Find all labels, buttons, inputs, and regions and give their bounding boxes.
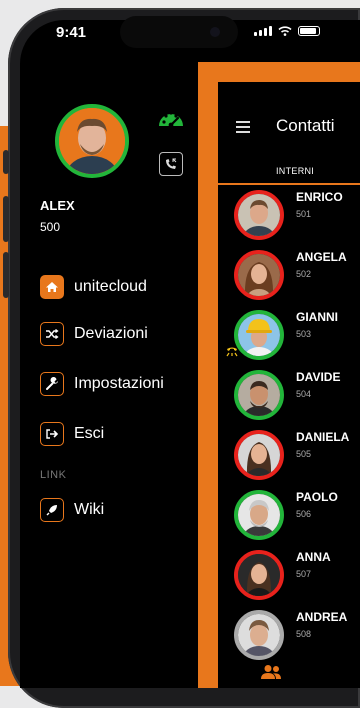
hamburger-menu-icon[interactable] [236, 121, 250, 136]
volume-up-button [3, 196, 9, 242]
rocket-icon [40, 498, 64, 522]
menu-item-wiki[interactable]: Wiki [40, 498, 104, 522]
contact-name: ANDREA [296, 610, 348, 624]
contact-extension: 501 [296, 209, 312, 219]
side-button [3, 150, 9, 174]
contact-row[interactable]: ANGELA 502 [234, 250, 360, 306]
contact-extension: 504 [296, 389, 312, 399]
contact-extension: 505 [296, 449, 312, 459]
contact-avatar [234, 250, 284, 300]
section-label-link: LINK [40, 469, 67, 481]
contact-row[interactable]: ANDREA 508 [234, 610, 360, 666]
contact-avatar [234, 310, 284, 360]
menu-item-impostazioni[interactable]: Impostazioni [40, 372, 164, 396]
menu-item-label: Impostazioni [74, 375, 164, 392]
menu-item-label: Deviazioni [74, 325, 148, 342]
contacts-tab-icon[interactable] [260, 664, 282, 680]
contact-extension: 506 [296, 509, 312, 519]
contact-name: GIANNI [296, 310, 338, 324]
contact-name: PAOLO [296, 490, 338, 504]
contact-row[interactable]: DANIELA 505 [234, 430, 360, 486]
contact-name: ANGELA [296, 250, 347, 264]
wifi-icon [278, 26, 292, 36]
user-name: ALEX [40, 198, 75, 213]
contact-avatar [234, 430, 284, 480]
menu-item-esci[interactable]: Esci [40, 422, 104, 446]
dynamic-island [120, 16, 238, 48]
user-extension: 500 [40, 220, 61, 234]
page-title: Contatti [276, 116, 335, 135]
home-icon [40, 275, 64, 299]
tab-interni[interactable]: INTERNI [276, 166, 314, 176]
contact-avatar [234, 490, 284, 540]
status-time: 9:41 [56, 24, 87, 41]
tab-indicator [218, 183, 360, 185]
contact-extension: 502 [296, 269, 312, 279]
contact-row[interactable]: DAVIDE 504 [234, 370, 360, 426]
contact-avatar [234, 610, 284, 660]
wrench-icon [40, 372, 64, 396]
battery-icon [298, 26, 320, 36]
ringing-phone-icon [226, 347, 238, 357]
contact-avatar [234, 550, 284, 600]
speedometer-icon[interactable] [156, 106, 186, 130]
menu-item-unitecloud[interactable]: unitecloud [40, 275, 147, 299]
contact-avatar [234, 370, 284, 420]
menu-item-label: Esci [74, 425, 105, 442]
call-log-icon[interactable] [159, 152, 183, 176]
menu-item-label: unitecloud [74, 278, 147, 295]
contact-extension: 507 [296, 569, 312, 579]
contact-row[interactable]: ENRICO 501 [234, 190, 360, 246]
volume-down-button [3, 252, 9, 298]
logout-icon [40, 422, 64, 446]
contact-row[interactable]: ANNA 507 [234, 550, 360, 606]
contact-row[interactable]: PAOLO 506 [234, 490, 360, 546]
status-icons [254, 26, 320, 36]
menu-item-deviazioni[interactable]: Deviazioni [40, 322, 148, 346]
menu-item-label: Wiki [74, 501, 105, 518]
shuffle-icon [40, 322, 64, 346]
signal-icon [254, 26, 272, 36]
contact-name: DAVIDE [296, 370, 341, 384]
contact-extension: 508 [296, 629, 312, 639]
contact-name: DANIELA [296, 430, 350, 444]
user-avatar[interactable] [55, 104, 129, 178]
contact-extension: 503 [296, 329, 312, 339]
contact-name: ANNA [296, 550, 331, 564]
contact-row[interactable]: GIANNI 503 [226, 310, 360, 366]
contact-avatar [234, 190, 284, 240]
contact-name: ENRICO [296, 190, 343, 204]
